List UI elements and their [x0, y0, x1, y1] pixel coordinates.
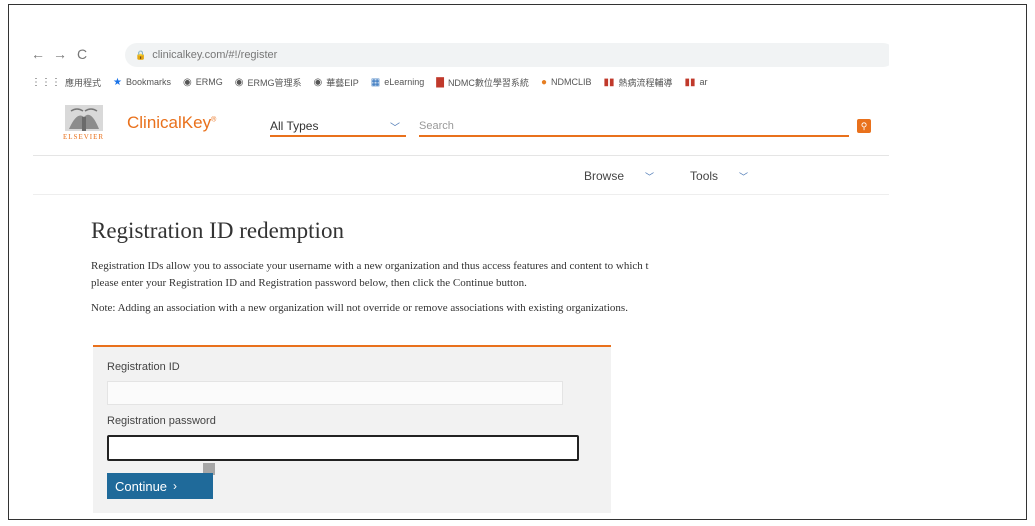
bookmark-label: ar: [699, 77, 708, 87]
elsevier-logo[interactable]: ELSEVIER: [57, 103, 111, 145]
reload-icon[interactable]: C: [71, 46, 93, 62]
chevron-down-icon: ﹀: [645, 172, 655, 182]
search-icon: ⚲: [860, 121, 868, 131]
bookmark-fever[interactable]: ▮▮ 熱病流程輔導: [604, 76, 673, 89]
brand-mark: ®: [211, 116, 217, 124]
bookmark-apps[interactable]: ⋮⋮⋮ 應用程式: [31, 76, 101, 89]
bookmark-ndmc[interactable]: ▇ NDMC數位學習系統: [436, 76, 529, 89]
red-book-icon: ▇: [436, 76, 444, 88]
note-paragraph: Note: Adding an association with a new o…: [91, 302, 628, 314]
url-text: clinicalkey.com/#!/register: [152, 49, 278, 61]
red-badge-icon: ▮▮: [603, 76, 615, 88]
bookmark-label: 應用程式: [65, 77, 102, 88]
header-divider: [33, 155, 889, 156]
page-title: Registration ID redemption: [91, 218, 344, 243]
screenshot-frame: ← → C 🔒 clinicalkey.com/#!/register ⋮⋮⋮ …: [8, 4, 1027, 520]
apps-grid-icon: ⋮⋮⋮: [31, 76, 61, 88]
star-icon: ★: [113, 76, 122, 88]
registration-id-label: Registration ID: [107, 361, 180, 373]
continue-label: Continue: [115, 478, 168, 494]
top-menu: Browse ﹀ Tools ﹀: [584, 169, 784, 183]
bookmark-bookmarks[interactable]: ★ Bookmarks: [113, 77, 171, 88]
type-select-value: All Types: [270, 119, 319, 133]
forward-arrow-icon[interactable]: →: [49, 46, 71, 62]
publisher-name: ELSEVIER: [63, 133, 105, 141]
intro-line-1: Registration IDs allow you to associate …: [91, 260, 649, 272]
type-select[interactable]: All Types ﹀: [270, 117, 406, 137]
bookmark-eip[interactable]: ◉ 華藝EIP: [313, 76, 358, 89]
browser-viewport: ← → C 🔒 clinicalkey.com/#!/register ⋮⋮⋮ …: [9, 5, 889, 517]
bookmark-label: ERMG管理系: [247, 77, 302, 88]
bookmark-label: 熱病流程輔導: [618, 77, 673, 88]
bookmark-elearning[interactable]: ▦ eLearning: [371, 77, 425, 88]
bookmark-label: ERMG: [195, 77, 223, 87]
registration-password-label: Registration password: [107, 415, 216, 427]
orange-dot-icon: ●: [540, 76, 547, 88]
globe-icon: ◉: [313, 76, 323, 88]
blue-grid-icon: ▦: [370, 76, 381, 88]
chevron-down-icon: ﹀: [739, 172, 749, 182]
intro-paragraph: Registration IDs allow you to associate …: [91, 258, 889, 292]
address-bar[interactable]: 🔒 clinicalkey.com/#!/register: [125, 43, 889, 67]
registration-form: Registration ID Registration password Co…: [93, 345, 611, 513]
globe-icon: ◉: [234, 76, 244, 88]
bookmark-label: NDMCLIB: [550, 77, 592, 87]
bookmark-ar[interactable]: ▮▮ ar: [685, 77, 708, 88]
search-button[interactable]: ⚲: [857, 119, 871, 133]
red-badge-icon: ▮▮: [684, 76, 696, 88]
brand-name: ClinicalKey: [127, 113, 212, 132]
bookmark-label: eLearning: [384, 77, 425, 87]
clinicalkey-brand[interactable]: ClinicalKey®: [127, 113, 216, 133]
bookmarks-bar: ⋮⋮⋮ 應用程式 ★ Bookmarks ◉ ERMG ◉ ERMG管理系 ◉ …: [31, 73, 889, 91]
registration-password-field[interactable]: [107, 435, 579, 461]
lock-icon: 🔒: [135, 49, 147, 60]
browse-label: Browse: [584, 169, 625, 183]
tools-label: Tools: [690, 169, 719, 183]
bookmark-label: Bookmarks: [125, 77, 171, 87]
back-arrow-icon[interactable]: ←: [27, 46, 49, 62]
tools-menu[interactable]: Tools ﹀: [690, 169, 766, 183]
browse-menu[interactable]: Browse ﹀: [584, 169, 672, 183]
continue-button[interactable]: Continue ›: [107, 473, 213, 499]
bookmark-label: NDMC數位學習系統: [447, 77, 529, 88]
menu-divider: [33, 194, 889, 195]
chevron-down-icon: ﹀: [390, 122, 400, 134]
search-placeholder: Search: [419, 120, 454, 132]
globe-icon: ◉: [183, 76, 192, 88]
bookmark-ermg[interactable]: ◉ ERMG: [183, 77, 223, 88]
bookmark-ndmclib[interactable]: ● NDMCLIB: [541, 77, 592, 88]
browser-nav: ← → C: [27, 43, 93, 65]
registration-id-field[interactable]: [107, 381, 563, 405]
intro-line-2: please enter your Registration ID and Re…: [91, 277, 527, 289]
search-input[interactable]: Search: [419, 117, 849, 137]
bookmark-label: 華藝EIP: [326, 77, 359, 88]
chevron-right-icon: ›: [173, 479, 178, 493]
bookmark-ermg-admin[interactable]: ◉ ERMG管理系: [235, 76, 302, 89]
